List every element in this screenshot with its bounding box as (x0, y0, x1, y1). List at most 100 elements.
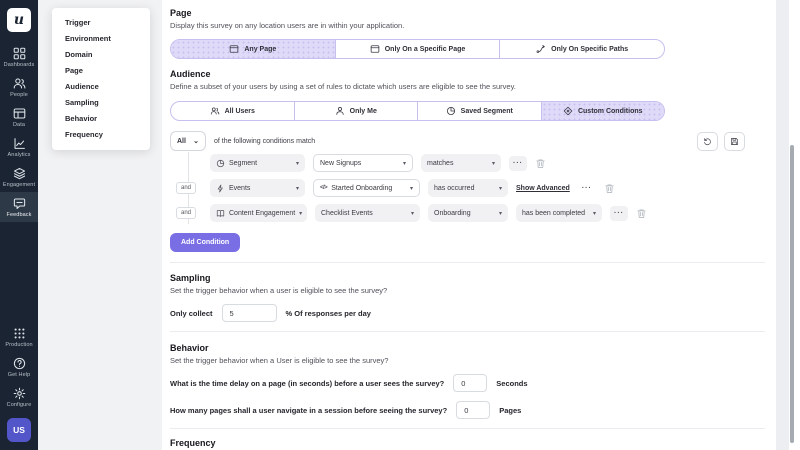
page-count-input[interactable] (456, 401, 490, 419)
reset-conditions-button[interactable] (697, 132, 718, 151)
browser-icon (370, 44, 380, 54)
condition-type-dropdown[interactable]: Events ▾ (210, 179, 305, 197)
caret-down-icon: ▾ (492, 160, 495, 167)
dropdown-value: has occurred (434, 185, 474, 192)
scrollbar-gutter (776, 0, 789, 450)
sidebar-item-get-help[interactable]: Get Help (0, 352, 38, 382)
behavior-question-label: What is the time delay on a page (in sec… (170, 379, 444, 388)
condition-operator-dropdown[interactable]: has occurred ▾ (428, 179, 508, 197)
behavior-question-row: How many pages shall a user navigate in … (170, 401, 775, 419)
app-logo[interactable]: u (7, 8, 31, 32)
save-icon (730, 137, 739, 146)
delete-condition-button[interactable] (535, 158, 546, 169)
section-divider (170, 262, 765, 263)
trash-icon (636, 208, 647, 219)
option-specific-paths[interactable]: Only On Specific Paths (500, 40, 664, 58)
delete-condition-button[interactable] (636, 208, 647, 219)
option-only-me[interactable]: Only Me (295, 102, 419, 120)
show-advanced-link[interactable]: Show Advanced (516, 185, 570, 192)
delete-condition-button[interactable] (604, 183, 615, 194)
frequency-section-title: Frequency (170, 438, 775, 448)
sidebar-item-engagement[interactable]: Engagement (0, 162, 38, 192)
page-section-subtitle: Display this survey on any location user… (170, 21, 775, 30)
match-type-dropdown[interactable]: All ⌄ (170, 131, 206, 151)
more-options-button[interactable]: ··· (578, 181, 596, 196)
sidebar-item-analytics[interactable]: Analytics (0, 132, 38, 162)
option-saved-segment[interactable]: Saved Segment (418, 102, 542, 120)
option-any-page[interactable]: Any Page (171, 40, 336, 58)
sampling-section-title: Sampling (170, 273, 775, 283)
caret-down-icon: ▾ (410, 185, 413, 192)
behavior-question-row: What is the time delay on a page (in sec… (170, 374, 775, 392)
sidebar-item-label: Feedback (7, 212, 32, 218)
time-delay-input[interactable] (453, 374, 487, 392)
pie-icon (216, 159, 225, 168)
match-rule-row: All ⌄ of the following conditions match (170, 131, 765, 151)
conditions-list: Segment ▾ New Signups ▾ matches ▾ ··· a (170, 154, 765, 222)
sidebar-item-production[interactable]: Production (0, 322, 38, 352)
main-panel: Page Display this survey on any location… (162, 0, 775, 450)
production-icon (13, 327, 26, 340)
dashboards-icon (13, 47, 26, 60)
menu-item-domain[interactable]: Domain (52, 47, 150, 63)
option-label: Any Page (244, 46, 276, 53)
menu-item-audience[interactable]: Audience (52, 79, 150, 95)
option-label: All Users (225, 108, 255, 115)
more-options-button[interactable]: ··· (509, 156, 527, 171)
dropdown-value: Started Onboarding (331, 185, 392, 192)
app-window: u Dashboards People Data Analytics Engag… (0, 0, 800, 450)
caret-down-icon: ▾ (593, 210, 596, 217)
caret-down-icon: ▾ (499, 210, 502, 217)
menu-item-environment[interactable]: Environment (52, 31, 150, 47)
engagement-icon (13, 167, 26, 180)
book-icon (216, 209, 225, 218)
reset-icon (703, 137, 712, 146)
caret-down-icon: ▾ (411, 210, 414, 217)
menu-item-frequency[interactable]: Frequency (52, 127, 150, 143)
sidebar-item-configure[interactable]: Configure (0, 382, 38, 412)
help-icon (13, 357, 26, 370)
option-label: Only On a Specific Page (385, 46, 466, 53)
sidebar-item-feedback[interactable]: Feedback (0, 192, 38, 222)
add-condition-button[interactable]: Add Condition (170, 233, 240, 252)
condition-value-dropdown[interactable]: </> Started Onboarding ▾ (313, 179, 420, 197)
paths-icon (536, 44, 546, 54)
caret-down-icon: ▾ (296, 160, 299, 167)
page-location-segmented-control: Any Page Only On a Specific Page Only On… (170, 39, 665, 59)
sidebar-item-data[interactable]: Data (0, 102, 38, 132)
sidebar-item-label: Analytics (8, 152, 31, 158)
condition-value-dropdown[interactable]: Checklist Events ▾ (315, 204, 420, 222)
menu-item-sampling[interactable]: Sampling (52, 95, 150, 111)
sampling-suffix-label: % Of responses per day (286, 309, 371, 318)
more-options-button[interactable]: ··· (610, 206, 628, 221)
sampling-row: Only collect % Of responses per day (170, 304, 775, 322)
option-all-users[interactable]: All Users (171, 102, 295, 120)
condition-type-dropdown[interactable]: Content Engagement ▾ (210, 204, 307, 222)
behavior-question-label: How many pages shall a user navigate in … (170, 406, 447, 415)
condition-type-dropdown[interactable]: Segment ▾ (210, 154, 305, 172)
menu-item-behavior[interactable]: Behavior (52, 111, 150, 127)
audience-section-title: Audience (170, 69, 775, 79)
condition-row: and Events ▾ </> Started Onboarding ▾ ha… (210, 179, 765, 197)
sidebar-item-label: Data (13, 122, 25, 128)
caret-down-icon: ▾ (299, 210, 302, 217)
condition-value-dropdown[interactable]: New Signups ▾ (313, 154, 413, 172)
option-label: Custom Conditions (578, 108, 643, 115)
match-rule-text: of the following conditions match (214, 138, 315, 145)
scrollbar-thumb[interactable] (790, 145, 794, 443)
condition-operator-dropdown[interactable]: matches ▾ (421, 154, 501, 172)
sidebar-item-label: Configure (7, 402, 32, 408)
sidebar-item-dashboards[interactable]: Dashboards (0, 42, 38, 72)
menu-item-page[interactable]: Page (52, 63, 150, 79)
menu-item-trigger[interactable]: Trigger (52, 15, 150, 31)
save-conditions-button[interactable] (724, 132, 745, 151)
condition-operator-dropdown[interactable]: has been completed ▾ (516, 204, 602, 222)
target-icon (563, 106, 573, 116)
option-custom-conditions[interactable]: Custom Conditions (542, 102, 665, 120)
sidebar-item-people[interactable]: People (0, 72, 38, 102)
sampling-percent-input[interactable] (222, 304, 277, 322)
condition-subvalue-dropdown[interactable]: Onboarding ▾ (428, 204, 508, 222)
trash-icon (535, 158, 546, 169)
user-avatar[interactable]: US (7, 418, 31, 442)
option-specific-page[interactable]: Only On a Specific Page (336, 40, 501, 58)
